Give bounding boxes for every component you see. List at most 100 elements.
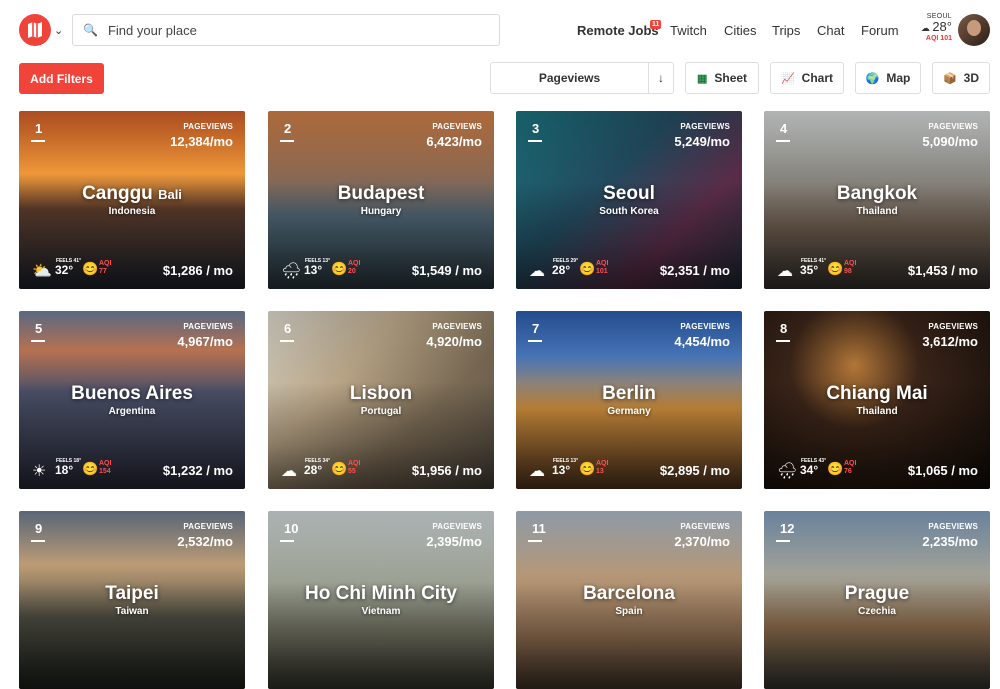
city-name: Canggu Bali xyxy=(19,183,245,205)
chart-view-button[interactable]: 📈 Chart xyxy=(770,62,844,94)
aqi-badge: AQI 98 xyxy=(844,260,856,276)
pageviews-label: PAGEVIEWS xyxy=(928,122,978,131)
sheet-icon: ▦ xyxy=(696,72,708,85)
country-name: Portugal xyxy=(360,406,402,417)
temperature: 13° xyxy=(304,263,323,277)
aqi-label: AQI xyxy=(99,460,112,467)
pageviews-value: 4,920/mo xyxy=(426,334,482,349)
aqi-value: 76 xyxy=(844,468,852,475)
city-card[interactable]: 7 PAGEVIEWS 4,454/mo Berlin Germany ☁ FEELS 1… xyxy=(516,311,742,489)
aqi-value: 154 xyxy=(99,468,111,475)
nav-chat[interactable]: Chat xyxy=(817,23,844,38)
3d-view-button[interactable]: 📦 3D xyxy=(932,62,990,94)
city-card[interactable]: 12 PAGEVIEWS 2,235/mo Prague Czechia xyxy=(764,511,990,689)
add-filters-button[interactable]: Add Filters xyxy=(19,63,104,94)
temperature: 18° xyxy=(55,463,74,477)
face-icon: 😊 xyxy=(827,261,844,276)
map-view-button[interactable]: 🌍 Map xyxy=(855,62,921,94)
search-icon: 🔍 xyxy=(83,23,98,37)
city-card[interactable]: 8 PAGEVIEWS 3,612/mo Chiang Mai Thailand 🌧 FE… xyxy=(764,311,990,489)
weather-temp-value: 28° xyxy=(932,19,952,34)
pageviews-label: PAGEVIEWS xyxy=(928,322,978,331)
nav-twitch[interactable]: Twitch xyxy=(670,23,707,38)
temperature: 13° xyxy=(552,463,571,477)
city-card[interactable]: 9 PAGEVIEWS 2,532/mo Taipei Taiwan xyxy=(19,511,245,689)
sort-label[interactable]: Pageviews xyxy=(491,63,649,93)
aqi-label: AQI xyxy=(844,460,857,467)
pageviews-label: PAGEVIEWS xyxy=(183,522,233,531)
nav-forum[interactable]: Forum xyxy=(861,23,899,38)
city-card[interactable]: 3 PAGEVIEWS 5,249/mo Seoul South Korea ☁ FEEL… xyxy=(516,111,742,289)
pageviews-label: PAGEVIEWS xyxy=(432,522,482,531)
cloud-icon: ☁ xyxy=(777,263,793,280)
cost-of-living: $1,065 / mo xyxy=(907,463,978,478)
city-name: Chiang Mai xyxy=(764,383,990,405)
logo[interactable] xyxy=(19,14,51,46)
city-card[interactable]: 1 PAGEVIEWS 12,384/mo Canggu Bali Indonesia ⛅… xyxy=(19,111,245,289)
avatar[interactable] xyxy=(958,14,990,46)
cost-of-living: $1,453 / mo xyxy=(907,263,978,278)
city-name-text: Canggu xyxy=(82,183,153,204)
city-name-text: Lisbon xyxy=(349,383,413,404)
face-icon: 😊 xyxy=(579,261,596,276)
temperature: 28° xyxy=(304,463,323,477)
globe-icon: 🌍 xyxy=(865,72,880,85)
cost-of-living: $1,956 / mo xyxy=(411,463,482,478)
pageviews-value: 2,395/mo xyxy=(426,534,482,549)
aqi-label: AQI xyxy=(596,260,609,267)
map-logo-icon xyxy=(28,22,42,38)
nav-remote-jobs[interactable]: Remote Jobs xyxy=(577,23,659,38)
nav-trips[interactable]: Trips xyxy=(772,23,800,38)
country-name: Taiwan xyxy=(115,606,149,617)
search-box[interactable]: 🔍 xyxy=(72,14,500,46)
search-input[interactable] xyxy=(107,22,488,38)
city-name: Lisbon xyxy=(268,383,494,405)
sheet-label: Sheet xyxy=(714,71,748,85)
city-name-text: Ho Chi Minh City xyxy=(305,583,457,604)
box-icon: 📦 xyxy=(942,72,957,85)
card-rank: 8 xyxy=(775,321,791,342)
sheet-view-button[interactable]: ▦ Sheet xyxy=(685,62,759,94)
card-rank: 11 xyxy=(528,521,546,542)
face-icon: 😊 xyxy=(82,461,99,476)
city-card[interactable]: 6 PAGEVIEWS 4,920/mo Lisbon Portugal ☁ FEELS … xyxy=(268,311,494,489)
cloud-icon: ☁ xyxy=(920,23,933,33)
country-name: Spain xyxy=(615,606,643,617)
city-name: Budapest xyxy=(268,183,494,205)
face-icon: 😊 xyxy=(82,261,99,276)
temperature: 35° xyxy=(800,263,819,277)
city-name-text: Buenos Aires xyxy=(71,383,193,404)
face-icon: 😊 xyxy=(827,461,844,476)
pageviews-value: 4,454/mo xyxy=(674,334,730,349)
city-card[interactable]: 10 PAGEVIEWS 2,395/mo Ho Chi Minh City Viet… xyxy=(268,511,494,689)
country-name: Hungary xyxy=(360,206,402,217)
weather-temp: ☁ 28° xyxy=(910,20,952,35)
city-name-text: Prague xyxy=(844,583,910,604)
pageviews-value: 6,423/mo xyxy=(426,134,482,149)
face-icon: 😊 xyxy=(331,461,348,476)
top-bar: ⌄ 🔍 Remote Jobs 11 Twitch Cities Trips C… xyxy=(0,0,1000,60)
sun-cloud-icon: ⛅ xyxy=(32,263,52,280)
pageviews-value: 2,370/mo xyxy=(674,534,730,549)
card-rank: 10 xyxy=(279,521,299,542)
city-card[interactable]: 4 PAGEVIEWS 5,090/mo Bangkok Thailand ☁ FEELS… xyxy=(764,111,990,289)
sort-select[interactable]: Pageviews ↓ xyxy=(490,62,674,94)
city-name: Berlin xyxy=(516,383,742,405)
aqi-badge: AQI 20 xyxy=(348,260,360,276)
chevron-down-icon[interactable]: ⌄ xyxy=(54,24,63,37)
pageviews-label: PAGEVIEWS xyxy=(432,322,482,331)
city-card[interactable]: 11 PAGEVIEWS 2,370/mo Barcelona Spain xyxy=(516,511,742,689)
pageviews-label: PAGEVIEWS xyxy=(680,122,730,131)
pageviews-value: 5,090/mo xyxy=(922,134,978,149)
country-name: Thailand xyxy=(856,406,898,417)
aqi-badge: AQI 76 xyxy=(844,460,856,476)
city-card[interactable]: 5 PAGEVIEWS 4,967/mo Buenos Aires Argentina… xyxy=(19,311,245,489)
pageviews-label: PAGEVIEWS xyxy=(432,122,482,131)
card-rank: 6 xyxy=(279,321,295,342)
city-subregion: Bali xyxy=(158,187,182,202)
sun-icon: ☀ xyxy=(32,463,47,480)
sort-direction-button[interactable]: ↓ xyxy=(649,63,673,93)
nav-cities[interactable]: Cities xyxy=(724,23,757,38)
cost-of-living: $1,549 / mo xyxy=(411,263,482,278)
city-card[interactable]: 2 PAGEVIEWS 6,423/mo Budapest Hungary 🌧 FEELS… xyxy=(268,111,494,289)
